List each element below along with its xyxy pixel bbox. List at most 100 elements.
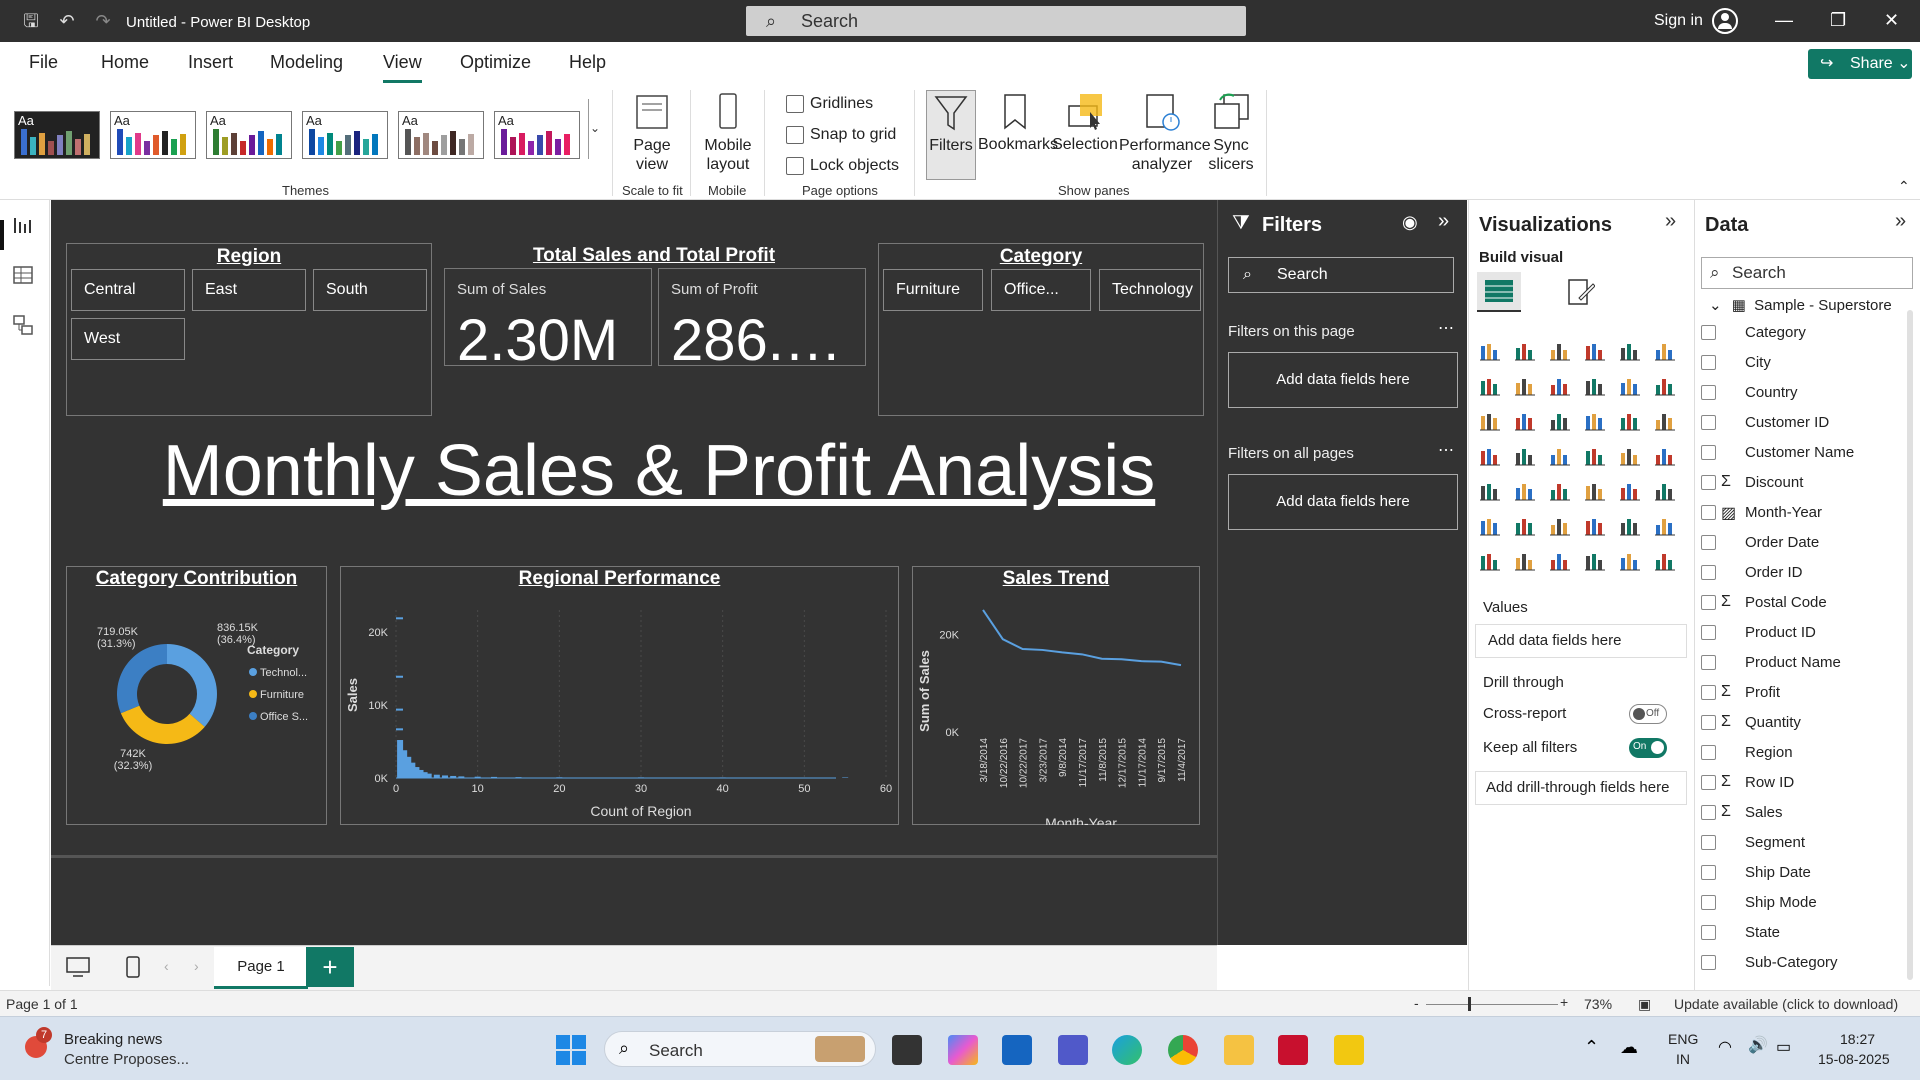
visual-type-icon[interactable] xyxy=(1479,480,1501,502)
kpi-profit-card[interactable]: Sum of Profit 286.… xyxy=(658,268,866,373)
build-visual-tab[interactable] xyxy=(1477,272,1521,312)
kpi-sales-card[interactable]: Sum of Sales 2.30M xyxy=(444,268,652,373)
visual-type-icon[interactable] xyxy=(1514,445,1536,467)
visual-type-icon[interactable] xyxy=(1584,480,1606,502)
visual-type-icon[interactable] xyxy=(1479,445,1501,467)
zoom-in-button[interactable]: + xyxy=(1560,994,1568,1010)
field-checkbox[interactable] xyxy=(1701,865,1716,880)
field-checkbox[interactable] xyxy=(1701,445,1716,460)
gridlines-checkbox[interactable]: Gridlines xyxy=(786,95,873,113)
data-scrollbar[interactable] xyxy=(1907,310,1913,980)
visual-type-icon[interactable] xyxy=(1654,480,1676,502)
region-button-central[interactable]: Central xyxy=(71,269,185,311)
cross-report-toggle[interactable]: Off xyxy=(1629,704,1667,724)
data-field[interactable]: Country xyxy=(1701,384,1798,401)
visual-type-icon[interactable] xyxy=(1514,515,1536,537)
field-checkbox[interactable] xyxy=(1701,835,1716,850)
global-search[interactable]: ⌕ Search xyxy=(746,6,1246,36)
collapse-filters-icon[interactable]: » xyxy=(1438,210,1449,233)
data-field[interactable]: Σ Postal Code xyxy=(1701,593,1827,611)
data-field[interactable]: Order Date xyxy=(1701,534,1819,551)
keep-filters-toggle[interactable]: On xyxy=(1629,738,1667,758)
menu-home[interactable]: Home xyxy=(101,52,149,73)
data-field[interactable]: Product ID xyxy=(1701,624,1816,641)
sales-trend-chart[interactable]: Sales Trend 0K 20K 3/18/2014 10/22/2016 10/2… xyxy=(912,566,1200,825)
field-checkbox[interactable] xyxy=(1701,325,1716,340)
page-tab-1[interactable]: Page 1 xyxy=(214,947,308,989)
data-field[interactable]: Σ Discount xyxy=(1701,473,1803,491)
mcafee-icon[interactable] xyxy=(1278,1035,1308,1065)
visual-type-icon[interactable] xyxy=(1479,550,1501,572)
visual-type-icon[interactable] xyxy=(1654,550,1676,572)
store-icon[interactable] xyxy=(1002,1035,1032,1065)
menu-view[interactable]: View xyxy=(383,52,422,83)
collapse-ribbon-icon[interactable]: ⌃ xyxy=(1898,178,1910,195)
visual-type-icon[interactable] xyxy=(1619,480,1641,502)
data-field[interactable]: Segment xyxy=(1701,834,1805,851)
visual-type-icon[interactable] xyxy=(1479,340,1501,362)
field-checkbox[interactable] xyxy=(1701,505,1716,520)
visual-type-icon[interactable] xyxy=(1479,410,1501,432)
category-button-technology[interactable]: Technology xyxy=(1099,269,1201,311)
theme-6[interactable]: Aa xyxy=(494,111,580,159)
menu-help[interactable]: Help xyxy=(569,52,606,73)
visual-type-icon[interactable] xyxy=(1549,445,1571,467)
visual-type-icon[interactable] xyxy=(1584,515,1606,537)
values-drop[interactable]: Add data fields here xyxy=(1475,624,1687,658)
filters-pane-button[interactable]: Filters xyxy=(926,90,976,180)
field-checkbox[interactable] xyxy=(1701,595,1716,610)
news-widget-icon[interactable]: 7 xyxy=(22,1027,52,1061)
visual-type-icon[interactable] xyxy=(1584,445,1606,467)
model-view-icon[interactable] xyxy=(12,314,38,336)
field-checkbox[interactable] xyxy=(1701,745,1716,760)
visual-type-icon[interactable] xyxy=(1619,375,1641,397)
data-field[interactable]: Product Name xyxy=(1701,654,1841,671)
field-checkbox[interactable] xyxy=(1701,715,1716,730)
format-visual-icon[interactable] xyxy=(1565,276,1596,313)
menu-optimize[interactable]: Optimize xyxy=(460,52,531,73)
data-field[interactable]: Category xyxy=(1701,324,1806,341)
close-icon[interactable]: ✕ xyxy=(1884,10,1899,31)
report-view-icon[interactable] xyxy=(12,214,38,236)
zoom-out-button[interactable]: - xyxy=(1414,995,1419,1011)
field-checkbox[interactable] xyxy=(1701,955,1716,970)
news-title[interactable]: Breaking news xyxy=(64,1031,162,1048)
bookmarks-pane-button[interactable]: Bookmarks xyxy=(978,92,1058,154)
undo-icon[interactable]: ↶ xyxy=(56,10,78,32)
field-checkbox[interactable] xyxy=(1701,385,1716,400)
visual-type-icon[interactable] xyxy=(1479,515,1501,537)
language-secondary[interactable]: IN xyxy=(1676,1051,1690,1067)
cloud-icon[interactable]: ☁ xyxy=(1620,1037,1638,1058)
visual-type-icon[interactable] xyxy=(1549,375,1571,397)
volume-icon[interactable]: 🔊 xyxy=(1748,1035,1768,1055)
data-field[interactable]: Customer Name xyxy=(1701,444,1854,461)
field-checkbox[interactable] xyxy=(1701,625,1716,640)
field-checkbox[interactable] xyxy=(1701,805,1716,820)
visual-type-icon[interactable] xyxy=(1619,515,1641,537)
data-field[interactable]: Customer ID xyxy=(1701,414,1829,431)
visual-type-icon[interactable] xyxy=(1514,550,1536,572)
battery-icon[interactable]: ▭ xyxy=(1776,1037,1791,1057)
eye-icon[interactable]: ◉ xyxy=(1402,212,1418,233)
regional-performance-chart[interactable]: Regional Performance 0 10 20 30 40 50 60 0K 10K 2… xyxy=(340,566,899,825)
desktop-layout-icon[interactable] xyxy=(65,956,91,983)
region-button-south[interactable]: South xyxy=(313,269,427,311)
visual-type-icon[interactable] xyxy=(1584,375,1606,397)
data-field[interactable]: Σ Row ID xyxy=(1701,773,1794,791)
more-options-icon[interactable]: ⋯ xyxy=(1438,440,1454,460)
next-page-icon[interactable]: › xyxy=(194,958,199,974)
visual-type-icon[interactable] xyxy=(1619,550,1641,572)
visual-type-icon[interactable] xyxy=(1514,340,1536,362)
teams-icon[interactable] xyxy=(1058,1035,1088,1065)
field-checkbox[interactable] xyxy=(1701,475,1716,490)
category-button-office[interactable]: Office... xyxy=(991,269,1091,311)
clock-time[interactable]: 18:27 xyxy=(1840,1031,1875,1047)
data-field[interactable]: State xyxy=(1701,924,1780,941)
mobile-layout-icon[interactable] xyxy=(125,955,141,984)
visual-type-icon[interactable] xyxy=(1549,480,1571,502)
lock-objects-checkbox[interactable]: Lock objects xyxy=(786,157,899,175)
menu-modeling[interactable]: Modeling xyxy=(270,52,343,73)
add-page-button[interactable]: + xyxy=(306,947,354,987)
filters-search[interactable]: ⌕ Search xyxy=(1228,257,1454,293)
field-checkbox[interactable] xyxy=(1701,355,1716,370)
